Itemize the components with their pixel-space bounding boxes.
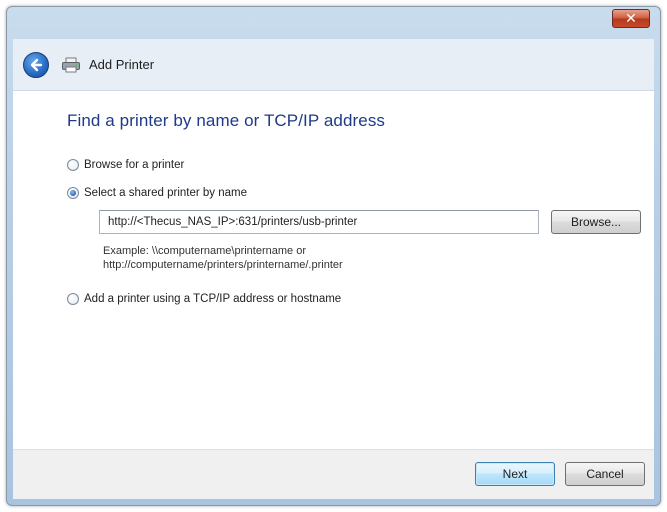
example-line-1: Example: \\computername\printername or (103, 245, 306, 257)
option-shared-printer[interactable]: Select a shared printer by name (67, 187, 247, 199)
footer-bar: Next Cancel (13, 449, 654, 499)
example-line-2: http://computername/printers/printername… (103, 259, 343, 271)
close-button[interactable]: ✕ (612, 9, 650, 28)
main-content: Find a printer by name or TCP/IP address… (13, 91, 654, 449)
radio-shared-printer[interactable] (67, 187, 79, 199)
back-button[interactable] (23, 51, 49, 78)
back-arrow-icon (30, 58, 43, 71)
option-tcpip-printer[interactable]: Add a printer using a TCP/IP address or … (67, 293, 341, 305)
cancel-button[interactable]: Cancel (565, 462, 645, 486)
example-hint: Example: \\computername\printername or h… (103, 244, 343, 272)
radio-tcpip-printer[interactable] (67, 293, 79, 305)
next-button[interactable]: Next (475, 462, 555, 486)
close-icon: ✕ (625, 10, 637, 26)
option-browse-printer-label: Browse for a printer (84, 159, 185, 171)
option-browse-printer[interactable]: Browse for a printer (67, 159, 184, 171)
shared-printer-input[interactable]: http://<Thecus_NAS_IP>:631/printers/usb-… (99, 210, 539, 234)
printer-icon (61, 57, 81, 73)
window-title: Add Printer (89, 57, 155, 72)
option-tcpip-printer-label: Add a printer using a TCP/IP address or … (84, 293, 342, 305)
header-bar: Add Printer (13, 39, 654, 91)
page-title: Find a printer by name or TCP/IP address (67, 111, 386, 130)
add-printer-window: ✕ Add Printer Find a printer by name or … (6, 6, 661, 506)
browse-button[interactable]: Browse... (551, 210, 641, 234)
radio-browse-printer[interactable] (67, 159, 79, 171)
option-shared-printer-label: Select a shared printer by name (84, 187, 248, 199)
